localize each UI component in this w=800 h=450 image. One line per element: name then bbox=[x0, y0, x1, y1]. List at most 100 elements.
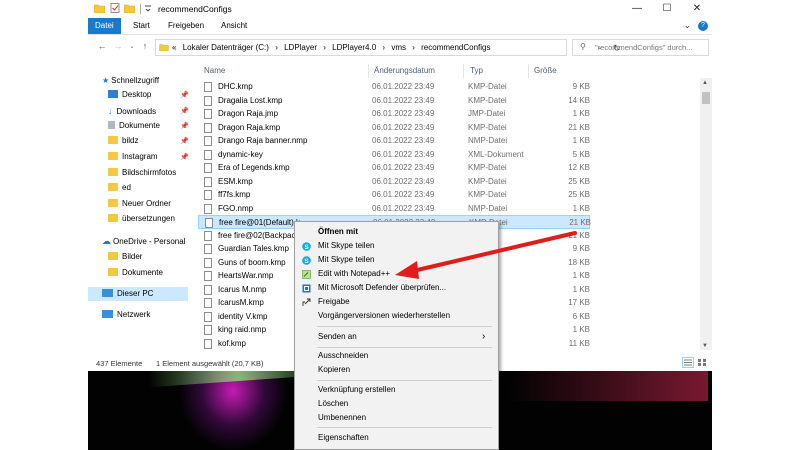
file-icon bbox=[204, 338, 212, 349]
menu-separator bbox=[317, 380, 492, 381]
maximize-button[interactable]: ☐ bbox=[652, 0, 682, 18]
scroll-thumb[interactable] bbox=[702, 92, 710, 104]
column-header-type[interactable]: Typ bbox=[470, 66, 483, 75]
search-input[interactable]: "recommendConfigs" durch... bbox=[595, 43, 692, 52]
large-icons-view-icon[interactable] bbox=[696, 357, 708, 368]
file-type: KMP-Datei bbox=[468, 82, 507, 91]
table-row[interactable]: Dragon Raja.kmp 06.01.2022 23:49 KMP-Datei… bbox=[198, 121, 590, 135]
nav-item-bildschirmfotos[interactable]: Bildschirmfotos bbox=[108, 166, 176, 180]
scroll-down-icon[interactable]: ▼ bbox=[702, 343, 708, 349]
breadcrumb-drive[interactable]: Lokaler Datenträger (C:) bbox=[183, 43, 269, 52]
table-row[interactable]: Dragon Raja.jmp 06.01.2022 23:49 JMP-Datei… bbox=[198, 107, 590, 121]
recent-locations-icon[interactable]: ⌄ bbox=[126, 43, 138, 50]
breadcrumb-prefix[interactable]: « bbox=[172, 43, 176, 52]
column-header-name[interactable]: Name bbox=[204, 66, 225, 75]
tab-datei[interactable]: Datei bbox=[88, 18, 121, 34]
file-size: 12 KB bbox=[568, 163, 590, 172]
close-button[interactable]: ✕ bbox=[682, 0, 712, 18]
nav-item-dokumente[interactable]: Dokumente bbox=[108, 119, 160, 133]
search-icon: ⚲ bbox=[580, 42, 586, 51]
file-icon bbox=[204, 271, 212, 281]
table-row[interactable]: DHC.kmp 06.01.2022 23:49 KMP-Datei 9 KB bbox=[198, 80, 590, 94]
properties-icon[interactable] bbox=[110, 3, 121, 13]
minimize-button[interactable]: — bbox=[622, 0, 652, 18]
column-separator[interactable] bbox=[368, 64, 369, 78]
pin-icon[interactable]: 📌 bbox=[180, 122, 189, 130]
menu-separator bbox=[317, 347, 492, 348]
menu-item-restore-versions[interactable]: Vorgängerversionen wiederherstellen bbox=[295, 309, 498, 323]
forward-icon[interactable]: → bbox=[112, 41, 124, 51]
breadcrumb-separator[interactable]: › bbox=[382, 43, 385, 52]
table-row[interactable]: ESM.kmp 06.01.2022 23:49 KMP-Datei 25 KB bbox=[198, 175, 590, 189]
breadcrumb-ldplayer4[interactable]: LDPlayer4.0 bbox=[332, 43, 376, 52]
file-name: Era of Legends.kmp bbox=[218, 163, 290, 172]
file-icon bbox=[204, 109, 212, 119]
table-row[interactable]: dynamic-key 06.01.2022 23:49 XML-Dokument 5… bbox=[198, 148, 590, 162]
file-size: 1 KB bbox=[572, 203, 590, 213]
table-row[interactable]: FGO.nmp 06.01.2022 23:49 NMP-Datei 1 KB bbox=[198, 202, 590, 216]
nav-item-ed[interactable]: ed bbox=[108, 181, 131, 195]
nav-item-neuer-ordner[interactable]: Neuer Ordner bbox=[108, 197, 171, 211]
nav-item-bilder[interactable]: Bilder bbox=[108, 250, 142, 264]
pin-icon[interactable]: 📌 bbox=[180, 153, 189, 161]
tab-freigeben[interactable]: Freigeben bbox=[161, 18, 211, 34]
file-date: 06.01.2022 23:49 bbox=[372, 190, 435, 199]
tab-start[interactable]: Start bbox=[126, 18, 157, 34]
table-row[interactable]: Drango Raja banner.nmp 06.01.2022 23:49 NM… bbox=[198, 134, 590, 148]
table-row[interactable]: Dragalia Lost.kmp 06.01.2022 23:49 KMP-Dat… bbox=[198, 94, 590, 108]
nav-item-uebersetzungen[interactable]: übersetzungen bbox=[108, 212, 175, 226]
details-view-icon[interactable] bbox=[682, 357, 694, 368]
nav-item-instagram[interactable]: Instagram bbox=[108, 150, 158, 164]
menu-item-kopieren[interactable]: Kopieren bbox=[295, 363, 498, 377]
column-separator[interactable] bbox=[463, 64, 464, 78]
nav-item-onedrive[interactable]: ☁ OneDrive - Personal bbox=[102, 234, 185, 248]
tab-ansicht[interactable]: Ansicht bbox=[214, 18, 254, 34]
nav-item-netzwerk[interactable]: Netzwerk bbox=[102, 308, 150, 322]
table-row[interactable]: Era of Legends.kmp 06.01.2022 23:49 KMP-Da… bbox=[198, 161, 590, 175]
file-size: 17 KB bbox=[568, 298, 590, 307]
column-header-date[interactable]: Änderungsdatum bbox=[374, 66, 435, 75]
up-icon[interactable]: ↑ bbox=[139, 41, 151, 51]
breadcrumb: « Lokaler Datenträger (C:) › LDPlayer › … bbox=[172, 43, 495, 52]
file-type: JMP-Datei bbox=[468, 109, 506, 118]
breadcrumb-separator[interactable]: › bbox=[412, 43, 415, 52]
pin-icon[interactable]: 📌 bbox=[180, 137, 189, 145]
menu-item-umbenennen[interactable]: Umbenennen bbox=[295, 411, 498, 425]
document-icon bbox=[108, 121, 115, 129]
ribbon-expand-icon[interactable]: ⌄ bbox=[684, 21, 691, 30]
help-icon[interactable]: ? bbox=[698, 21, 708, 31]
nav-item-schnellzugriff[interactable]: ★ Schnellzugriff bbox=[102, 74, 159, 88]
menu-item-eigenschaften[interactable]: Eigenschaften bbox=[295, 431, 498, 445]
nav-item-downloads[interactable]: ↓ Downloads bbox=[108, 104, 156, 118]
address-bar[interactable]: « Lokaler Datenträger (C:) › LDPlayer › … bbox=[155, 39, 621, 56]
vertical-scrollbar[interactable] bbox=[700, 78, 712, 350]
pin-icon[interactable]: 📌 bbox=[180, 91, 189, 99]
search-box[interactable]: ⚲ "recommendConfigs" durch... bbox=[572, 39, 709, 56]
pin-icon[interactable]: 📌 bbox=[180, 107, 189, 115]
nav-item-desktop[interactable]: Desktop bbox=[108, 88, 151, 102]
menu-item-loeschen[interactable]: Löschen bbox=[295, 397, 498, 411]
menu-item-senden-an[interactable]: Senden an › bbox=[295, 330, 498, 344]
file-type: KMP-Datei bbox=[468, 190, 507, 199]
nav-item-dieser-pc[interactable]: Dieser PC bbox=[88, 287, 188, 301]
scroll-up-icon[interactable]: ▲ bbox=[702, 80, 708, 86]
menu-item-freigabe[interactable]: Freigabe bbox=[295, 295, 498, 309]
nav-item-onedrive-dokumente[interactable]: Dokumente bbox=[108, 266, 163, 280]
nav-label: Bildschirmfotos bbox=[122, 168, 177, 177]
file-name: Dragon Raja.jmp bbox=[218, 109, 279, 118]
breadcrumb-separator[interactable]: › bbox=[275, 43, 278, 52]
column-header-size[interactable]: Größe bbox=[534, 66, 557, 75]
breadcrumb-vms[interactable]: vms bbox=[391, 43, 406, 52]
new-folder-icon[interactable] bbox=[124, 3, 135, 13]
column-separator[interactable] bbox=[528, 64, 529, 78]
menu-item-verknuepfung-erstellen[interactable]: Verknüpfung erstellen bbox=[295, 383, 498, 397]
table-row[interactable]: ff7fs.kmp 06.01.2022 23:49 KMP-Datei 25 KB bbox=[198, 188, 590, 202]
nav-item-bildz[interactable]: bildz bbox=[108, 134, 138, 148]
annotation-arrow bbox=[395, 231, 577, 279]
back-icon[interactable]: ← bbox=[96, 41, 108, 51]
customize-toolbar-icon[interactable] bbox=[144, 3, 152, 13]
menu-item-ausschneiden[interactable]: Ausschneiden bbox=[295, 349, 498, 363]
breadcrumb-ldplayer[interactable]: LDPlayer bbox=[284, 43, 317, 52]
breadcrumb-recommendconfigs[interactable]: recommendConfigs bbox=[421, 43, 490, 52]
breadcrumb-separator[interactable]: › bbox=[323, 43, 326, 52]
